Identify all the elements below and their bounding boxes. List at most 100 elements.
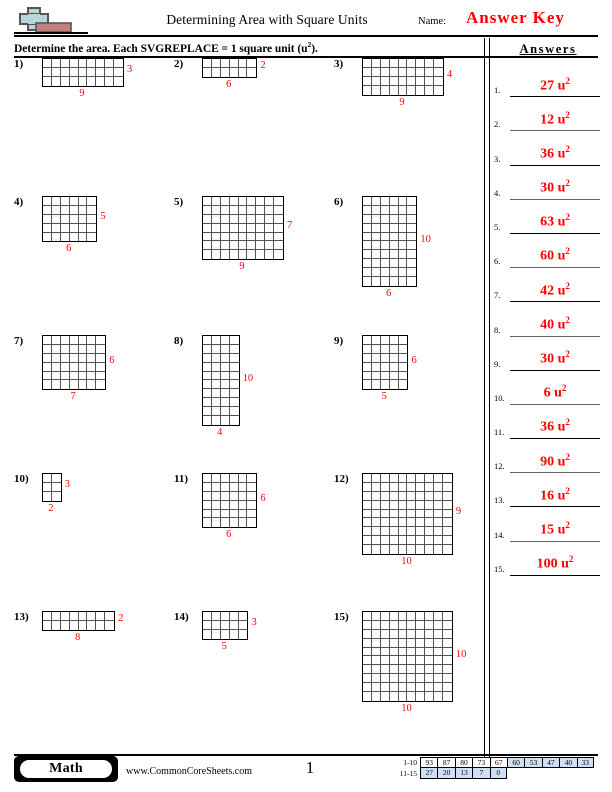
score-conversion-table: 1-10 93 87 80 73 67 60 53 47 40 33 11-15 27 20 13 7 0 — [398, 757, 594, 779]
unit-square — [363, 674, 372, 684]
unit-square — [229, 509, 239, 519]
height-label: 7 — [287, 220, 293, 232]
unit-square — [389, 353, 399, 363]
answer-number: 9. — [494, 358, 501, 369]
unit-square — [60, 223, 70, 233]
unit-square — [389, 674, 399, 684]
width-label: 5 — [221, 640, 227, 652]
answer-exponent: 2 — [565, 280, 570, 291]
unit-square — [398, 76, 408, 86]
unit-square — [407, 620, 417, 630]
unit-square — [203, 416, 212, 425]
unit-square — [247, 205, 257, 215]
unit-square — [416, 474, 426, 483]
unit-square — [60, 362, 70, 372]
unit-square — [416, 491, 426, 501]
answer-exponent: 2 — [565, 212, 570, 223]
grid-figure: 97 — [202, 196, 292, 272]
unit-square — [380, 536, 390, 546]
unit-square — [398, 250, 408, 260]
unit-square — [363, 647, 372, 657]
unit-square — [247, 250, 257, 260]
answer-value: 90 u — [540, 454, 566, 470]
unit-square — [87, 344, 97, 354]
unit-square — [443, 630, 452, 639]
answer-text: 36 u2 — [510, 417, 600, 436]
unit-square — [220, 362, 230, 372]
unit-square — [416, 67, 426, 77]
unit-square — [203, 380, 212, 390]
unit-square — [425, 59, 435, 68]
answer-value: 30 u — [540, 351, 566, 367]
answer-exponent: 2 — [565, 451, 570, 462]
unit-square — [390, 277, 399, 286]
unit-square — [220, 241, 230, 251]
unit-square — [238, 232, 248, 242]
unit-square — [211, 214, 221, 224]
score-cell: 13 — [454, 768, 473, 779]
answer-value: 40 u — [540, 317, 566, 333]
answer-value: 36 u — [540, 146, 566, 162]
unit-square — [43, 380, 52, 390]
unit-square — [371, 59, 381, 68]
unit-square — [238, 474, 248, 483]
unit-square — [371, 629, 381, 639]
height-label: 3 — [127, 64, 133, 76]
unit-square — [372, 545, 381, 555]
unit-square — [380, 76, 390, 86]
unit-square — [434, 620, 444, 630]
unit-square — [229, 407, 239, 417]
answer-exponent: 2 — [565, 178, 570, 189]
answer-number: 6. — [494, 256, 501, 267]
answer-number: 4. — [494, 187, 501, 198]
unit-square — [443, 474, 452, 483]
unit-square — [43, 232, 52, 242]
unit-square — [380, 344, 390, 354]
unit-square — [229, 620, 239, 630]
unit-square-grid — [362, 611, 453, 702]
unit-square — [380, 474, 390, 483]
answer-blank-line[interactable] — [510, 574, 600, 576]
unit-square — [416, 629, 426, 639]
unit-square — [203, 491, 212, 501]
answer-row: 13. 16 u2 — [492, 473, 604, 508]
unit-square — [371, 474, 381, 483]
unit-square — [425, 629, 435, 639]
unit-square — [380, 241, 390, 251]
grid-figure: 10 10 — [362, 611, 466, 714]
unit-square — [380, 665, 390, 675]
unit-square — [363, 59, 372, 68]
unit-square — [247, 241, 257, 251]
unit-square — [70, 380, 79, 390]
unit-square — [220, 482, 230, 492]
unit-square — [220, 620, 230, 630]
unit-square — [425, 518, 435, 528]
unit-square — [443, 692, 452, 701]
unit-square — [407, 85, 417, 95]
answer-value: 15 u — [540, 522, 566, 538]
unit-square — [78, 205, 88, 215]
unit-square — [265, 250, 275, 260]
unit-square — [443, 492, 452, 501]
unit-square — [416, 482, 426, 492]
unit-square — [425, 638, 435, 648]
unit-square — [256, 241, 266, 251]
unit-square — [363, 665, 372, 675]
unit-square — [425, 656, 435, 666]
unit-square — [43, 223, 52, 233]
unit-square — [87, 620, 97, 630]
unit-square — [51, 59, 61, 68]
unit-square — [363, 205, 372, 215]
answer-row: 8. 40 u2 — [492, 302, 604, 337]
unit-square — [363, 380, 372, 390]
unit-square — [211, 371, 221, 381]
unit-square — [69, 197, 79, 206]
unit-square — [389, 612, 399, 621]
unit-square — [256, 250, 266, 260]
unit-square — [398, 536, 408, 546]
unit-square — [87, 224, 97, 233]
unit-square — [221, 67, 230, 77]
unit-square — [105, 59, 115, 68]
unit-square — [407, 629, 417, 639]
unit-square — [239, 67, 248, 77]
